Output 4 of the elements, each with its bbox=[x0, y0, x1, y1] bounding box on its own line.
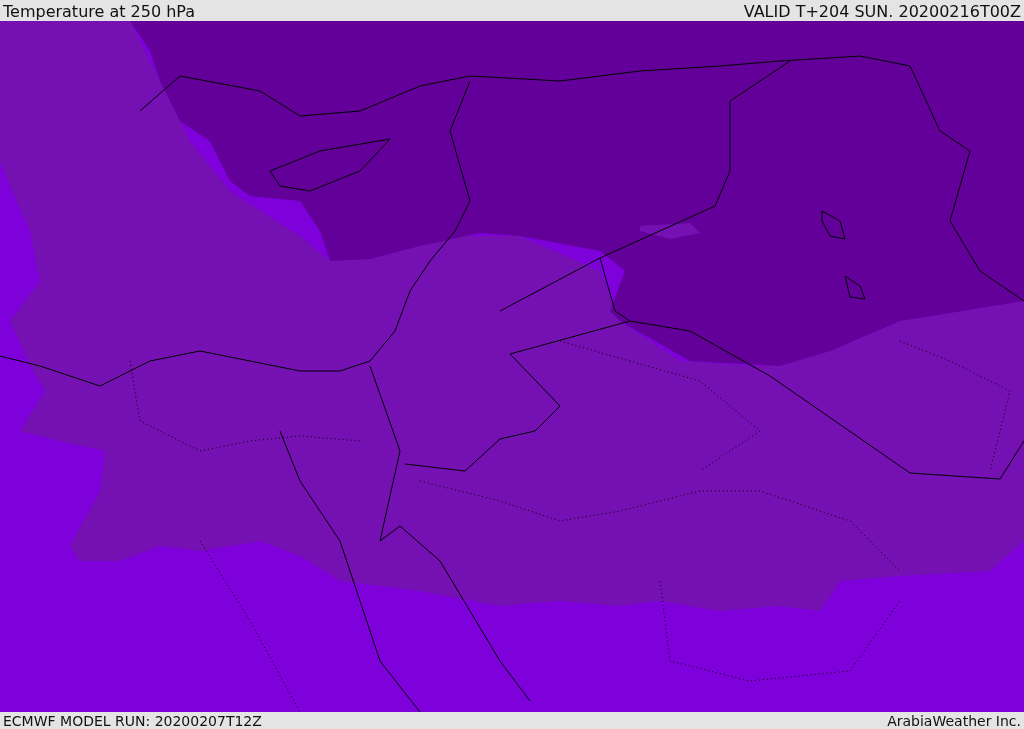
credit-label: ArabiaWeather Inc. bbox=[887, 712, 1021, 729]
map-title: Temperature at 250 hPa bbox=[3, 3, 196, 21]
valid-time: VALID T+204 SUN. 20200216T00Z bbox=[743, 3, 1021, 21]
model-run-label: ECMWF MODEL RUN: 20200207T12Z bbox=[3, 712, 262, 729]
